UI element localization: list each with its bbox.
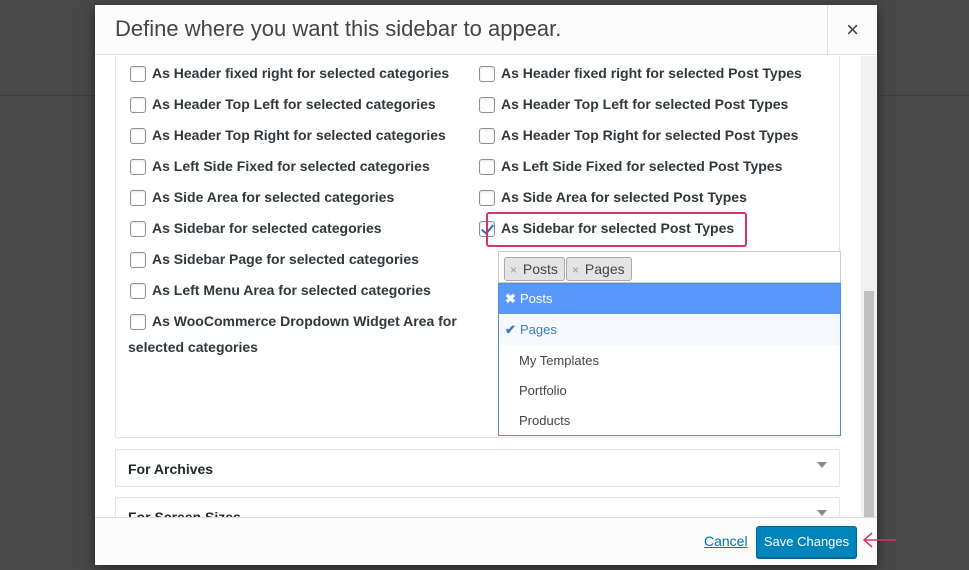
accordion-for-screen-sizes[interactable]: For Screen Sizes: [115, 497, 840, 517]
option-label: Posts: [520, 291, 553, 306]
checkbox-label-text: selected categories: [128, 339, 258, 355]
option-label: Portfolio: [519, 383, 567, 398]
scrollbar-thumb[interactable]: [864, 291, 874, 517]
tag-posts[interactable]: × Posts: [504, 257, 565, 281]
scrollbar[interactable]: [861, 56, 877, 517]
checkbox-label-text: As Header Top Right for selected Post Ty…: [501, 127, 799, 143]
option-label: Pages: [520, 322, 557, 337]
checkbox-label: As Header Top Left for selected Post Typ…: [501, 91, 788, 117]
checkbox-label-text: As Left Side Fixed for selected Post Typ…: [501, 158, 783, 174]
checkmark-icon: ✔: [505, 322, 516, 337]
right-checkbox-row[interactable]: As Header Top Right for selected Post Ty…: [479, 122, 798, 148]
checkbox-label-text: As Header Top Left for selected Post Typ…: [501, 96, 789, 112]
right-checkbox-row[interactable]: As Header Top Left for selected Post Typ…: [479, 91, 788, 117]
right-checkbox-row[interactable]: As Left Side Fixed for selected Post Typ…: [479, 153, 782, 179]
left-checkbox-row[interactable]: As Header Top Left for selected categori…: [130, 91, 436, 117]
caret-down-icon: [817, 510, 827, 516]
checkbox[interactable]: [479, 159, 495, 175]
modal-header: Define where you want this sidebar to ap…: [95, 5, 877, 55]
modal-title: Define where you want this sidebar to ap…: [115, 16, 562, 41]
checkbox[interactable]: [130, 159, 146, 175]
accordion-label: For Archives: [128, 461, 214, 477]
remove-icon: ✖: [505, 291, 516, 306]
right-checkbox-row[interactable]: As Header fixed right for selected Post …: [479, 60, 802, 86]
checkbox-label-continued: selected categories: [128, 334, 258, 360]
option-portfolio[interactable]: Portfolio: [499, 376, 840, 406]
checkbox-label-text: As Sidebar for selected categories: [152, 220, 382, 236]
checkbox-label: As Header fixed right for selected Post …: [501, 60, 802, 86]
accordion-label: For Screen Sizes: [128, 509, 241, 517]
option-posts[interactable]: ✖ Posts: [499, 284, 840, 314]
save-changes-button[interactable]: Save Changes: [756, 526, 857, 558]
tag-label: Posts: [522, 261, 558, 277]
checkbox[interactable]: [130, 283, 146, 299]
checkbox[interactable]: [479, 66, 495, 82]
checkbox-label: As WooCommerce Dropdown Widget Area for: [152, 308, 457, 334]
checkbox[interactable]: [130, 190, 146, 206]
checkbox-label: As Header fixed right for selected categ…: [152, 60, 449, 86]
checkbox-label-text: As WooCommerce Dropdown Widget Area for: [152, 313, 457, 329]
checkbox-label: As Sidebar Page for selected categories: [152, 246, 419, 272]
close-icon[interactable]: ×: [827, 5, 877, 55]
left-checkbox-row[interactable]: As Sidebar for selected categories: [130, 215, 382, 241]
checkbox-label-text: As Side Area for selected categories: [152, 189, 395, 205]
highlight-box: [486, 212, 747, 247]
checkbox[interactable]: [130, 97, 146, 113]
modal-footer: Cancel Save Changes: [95, 517, 877, 565]
checkbox[interactable]: [130, 128, 146, 144]
checkbox-label: As Left Side Fixed for selected categori…: [152, 153, 430, 179]
left-checkbox-row[interactable]: As Header Top Right for selected categor…: [130, 122, 446, 148]
right-checkbox-row[interactable]: As Side Area for selected Post Types: [479, 184, 747, 210]
arrow-left-icon: [862, 532, 896, 548]
checkbox[interactable]: [479, 128, 495, 144]
categories-panel: As Header fixed right for selected categ…: [115, 56, 841, 438]
left-checkbox-row[interactable]: As Left Menu Area for selected categorie…: [130, 277, 431, 303]
accordion-for-archives[interactable]: For Archives: [115, 449, 840, 487]
option-pages[interactable]: ✔ Pages: [499, 315, 840, 345]
checkbox-label-text: As Left Side Fixed for selected categori…: [152, 158, 430, 174]
option-products[interactable]: Products: [499, 406, 840, 436]
checkbox-label-text: As Header fixed right for selected Post …: [501, 65, 802, 81]
checkbox-label-text: As Header Top Right for selected categor…: [152, 127, 446, 143]
checkbox[interactable]: [130, 66, 146, 82]
tag-label: Pages: [584, 261, 625, 277]
checkbox[interactable]: [130, 252, 146, 268]
left-checkbox-row[interactable]: As Left Side Fixed for selected categori…: [130, 153, 430, 179]
checkbox-label: As Header Top Right for selected Post Ty…: [501, 122, 798, 148]
checkbox-label-text: As Header Top Left for selected categori…: [152, 96, 436, 112]
checkbox-label: As Header Top Left for selected categori…: [152, 91, 436, 117]
sidebar-location-modal: Define where you want this sidebar to ap…: [95, 5, 877, 565]
tag-pages[interactable]: × Pages: [566, 257, 632, 281]
left-checkbox-row[interactable]: As Header fixed right for selected categ…: [130, 60, 449, 86]
checkbox-label: As Left Menu Area for selected categorie…: [152, 277, 431, 303]
post-type-dropdown: ✖ Posts ✔ Pages My Templates Portfolio Pro…: [498, 283, 841, 436]
left-checkbox-row[interactable]: As Sidebar Page for selected categories: [130, 246, 419, 272]
checkbox[interactable]: [130, 221, 146, 237]
checkbox-label: As Header Top Right for selected categor…: [152, 122, 446, 148]
caret-down-icon: [817, 462, 827, 468]
checkbox-label-text: As Side Area for selected Post Types: [501, 189, 747, 205]
remove-tag-icon[interactable]: ×: [572, 263, 579, 277]
checkbox-label-text: As Sidebar Page for selected categories: [152, 251, 419, 267]
option-label: My Templates: [519, 353, 599, 368]
checkbox-label-text: As Header fixed right for selected categ…: [152, 65, 450, 81]
checkbox-label: As Side Area for selected categories: [152, 184, 394, 210]
left-checkbox-row[interactable]: As Side Area for selected categories: [130, 184, 394, 210]
post-type-multiselect[interactable]: × Posts × Pages: [498, 251, 841, 283]
checkbox[interactable]: [479, 190, 495, 206]
checkbox-label: As Sidebar for selected categories: [152, 215, 382, 241]
modal-body: As Header fixed right for selected categ…: [95, 56, 877, 517]
remove-tag-icon[interactable]: ×: [510, 263, 517, 277]
cancel-link[interactable]: Cancel: [704, 533, 748, 549]
checkbox-label-text: As Left Menu Area for selected categorie…: [152, 282, 431, 298]
option-my-templates[interactable]: My Templates: [499, 346, 840, 376]
left-checkbox-row[interactable]: As WooCommerce Dropdown Widget Area for: [130, 308, 457, 334]
checkbox-label: As Side Area for selected Post Types: [501, 184, 747, 210]
checkbox[interactable]: [130, 314, 146, 330]
checkbox[interactable]: [479, 97, 495, 113]
option-label: Products: [519, 413, 571, 428]
checkbox-label: As Left Side Fixed for selected Post Typ…: [501, 153, 782, 179]
